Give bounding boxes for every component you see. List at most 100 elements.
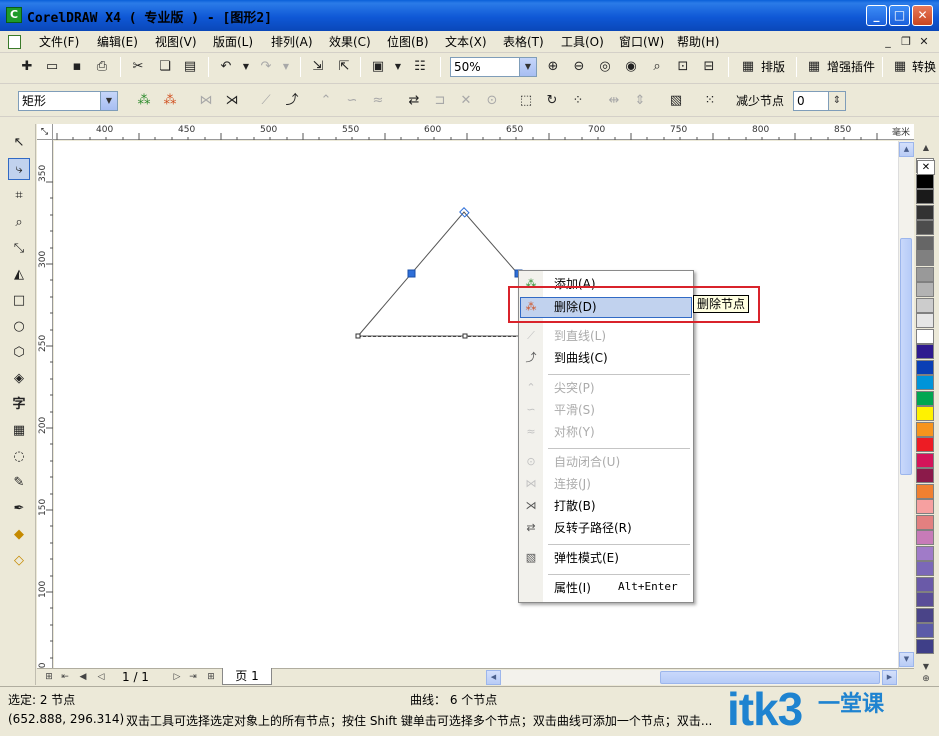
plugin-button[interactable]: 增强插件 <box>827 57 875 77</box>
ruler-origin-icon[interactable]: ⤡ <box>37 124 53 140</box>
zoom-height-icon[interactable]: ⊟ <box>699 57 719 77</box>
no-color-swatch[interactable]: ✕ <box>917 160 935 175</box>
close-button[interactable]: ✕ <box>912 5 933 26</box>
fill-tool-icon[interactable]: ◆ <box>8 524 30 546</box>
previous-page-icon[interactable]: ◁ <box>94 670 108 684</box>
menu-bitmaps[interactable]: 位图(B) <box>385 33 431 51</box>
layout-icon[interactable]: ▦ <box>738 57 758 77</box>
menu-edit[interactable]: 编辑(E) <box>95 33 140 51</box>
elastic-mode-icon[interactable]: ▧ <box>666 91 686 111</box>
palette-swatch[interactable] <box>916 282 934 297</box>
menu-text[interactable]: 文本(X) <box>443 33 489 51</box>
smooth-node-icon[interactable]: ∽ <box>342 91 362 111</box>
page-add-before-icon[interactable]: ⊞ <box>42 670 56 684</box>
palette-swatch[interactable] <box>916 421 934 437</box>
context-menu-item-to-curve[interactable]: 到曲线(C) <box>554 348 608 368</box>
table-tool-icon[interactable]: ▦ <box>8 420 30 442</box>
context-menu-item-to-line[interactable]: 到直线(L) <box>554 326 606 346</box>
menu-layout[interactable]: 版面(L) <box>211 33 255 51</box>
palette-swatch[interactable] <box>916 561 934 576</box>
symmetrical-node-icon[interactable]: ≈ <box>368 91 388 111</box>
print-icon[interactable]: ⎙ <box>92 57 112 77</box>
open-icon[interactable]: ▭ <box>42 57 62 77</box>
palette-scroll-up-icon[interactable]: ▲ <box>917 143 935 155</box>
palette-swatch[interactable] <box>916 220 934 235</box>
layout-button[interactable]: 排版 <box>761 57 785 77</box>
save-icon[interactable]: ▪ <box>67 57 87 77</box>
palette-swatch[interactable] <box>916 499 934 514</box>
mdi-close-button[interactable]: ✕ <box>916 34 932 50</box>
application-launcher-icon[interactable]: ▣ <box>368 57 388 77</box>
zoom-page-icon[interactable]: ⌕ <box>647 57 667 77</box>
shape-tool-icon[interactable]: ⤷ <box>8 158 30 180</box>
new-icon[interactable]: ✚ <box>17 57 37 77</box>
spinner-icon[interactable]: ⇕ <box>828 92 845 110</box>
palette-swatch[interactable] <box>916 406 934 421</box>
palette-swatch[interactable] <box>916 173 934 189</box>
add-node-icon[interactable]: ⁂ <box>134 91 154 111</box>
scroll-down-icon[interactable]: ▼ <box>899 652 914 667</box>
chevron-down-icon[interactable]: ▼ <box>519 58 536 76</box>
basic-shapes-tool-icon[interactable]: ◈ <box>8 368 30 390</box>
palette-swatch[interactable] <box>916 638 934 654</box>
palette-swatch[interactable] <box>916 545 934 561</box>
delete-node-icon[interactable]: ⁂ <box>160 91 180 111</box>
scroll-right-icon[interactable]: ▶ <box>882 670 897 685</box>
interactive-fill-tool-icon[interactable]: ◇ <box>8 550 30 572</box>
palette-swatch[interactable] <box>916 204 934 220</box>
zoom-selected-icon[interactable]: ◎ <box>595 57 615 77</box>
stretch-nodes-icon[interactable]: ⬚ <box>516 91 536 111</box>
context-menu-item-cusp[interactable]: 尖突(P) <box>554 378 595 398</box>
zoom-tool-icon[interactable]: ⌕ <box>8 212 30 234</box>
crop-tool-icon[interactable]: ⌗ <box>8 185 30 207</box>
mdi-restore-button[interactable]: ❐ <box>898 34 914 50</box>
redo-dropdown-icon[interactable]: ▼ <box>276 57 296 77</box>
document-icon[interactable] <box>8 35 21 49</box>
zoom-width-icon[interactable]: ⊡ <box>673 57 693 77</box>
object-type-select[interactable]: 矩形 ▼ <box>18 91 118 111</box>
plugin-icon[interactable]: ▦ <box>804 57 824 77</box>
zoom-in-icon[interactable]: ⊕ <box>543 57 563 77</box>
rectangle-tool-icon[interactable]: □ <box>8 290 30 312</box>
menu-window[interactable]: 窗口(W) <box>617 33 666 51</box>
join-nodes-icon[interactable]: ⋈ <box>196 91 216 111</box>
menu-table[interactable]: 表格(T) <box>501 33 546 51</box>
convert-to-curve-icon[interactable]: ⤴ <box>282 91 302 111</box>
minimize-button[interactable]: _ <box>866 5 887 26</box>
pick-tool-icon[interactable]: ↖ <box>8 132 30 154</box>
maximize-button[interactable]: □ <box>889 5 910 26</box>
palette-scroll-down-icon[interactable]: ▼ <box>917 662 935 674</box>
select-all-nodes-icon[interactable]: ⁙ <box>700 91 720 111</box>
polygon-tool-icon[interactable]: ⬡ <box>8 342 30 364</box>
context-menu-item-auto-close[interactable]: 自动闭合(U) <box>554 452 620 472</box>
extract-subpath-icon[interactable]: ✕ <box>456 91 476 111</box>
welcome-screen-icon[interactable]: ☷ <box>410 57 430 77</box>
menu-effects[interactable]: 效果(C) <box>327 33 373 51</box>
mirror-horizontal-icon[interactable]: ⇹ <box>604 91 624 111</box>
cut-icon[interactable]: ✂ <box>128 57 148 77</box>
blend-tool-icon[interactable]: ◌ <box>8 446 30 468</box>
palette-swatch[interactable] <box>916 452 934 468</box>
previous-page-icon[interactable]: ◀ <box>76 670 90 684</box>
redo-icon[interactable]: ↷ <box>256 57 276 77</box>
palette-swatch[interactable] <box>916 483 934 499</box>
paste-icon[interactable]: ▤ <box>180 57 200 77</box>
convert-icon[interactable]: ▦ <box>890 57 910 77</box>
context-menu-item-smooth[interactable]: 平滑(S) <box>554 400 595 420</box>
reduce-nodes-input[interactable]: 0 ⇕ <box>793 91 846 111</box>
menu-tools[interactable]: 工具(O) <box>559 33 606 51</box>
palette-swatch[interactable] <box>916 514 934 530</box>
page-add-after-icon[interactable]: ⊞ <box>204 670 218 684</box>
palette-swatch[interactable] <box>916 328 934 344</box>
undo-icon[interactable]: ↶ <box>216 57 236 77</box>
break-curve-icon[interactable]: ⋊ <box>222 91 242 111</box>
first-page-icon[interactable]: ⇤ <box>58 670 72 684</box>
triangle-shape[interactable] <box>54 141 898 668</box>
context-menu-item-reverse-subpath[interactable]: 反转子路径(R) <box>554 518 632 538</box>
palette-swatch[interactable] <box>916 607 934 623</box>
palette-swatch[interactable] <box>916 359 934 375</box>
context-menu-item-elastic-mode[interactable]: 弹性模式(E) <box>554 548 619 568</box>
reverse-direction-icon[interactable]: ⇄ <box>404 91 424 111</box>
launcher-dropdown-icon[interactable]: ▼ <box>388 57 408 77</box>
mirror-vertical-icon[interactable]: ⇕ <box>630 91 650 111</box>
